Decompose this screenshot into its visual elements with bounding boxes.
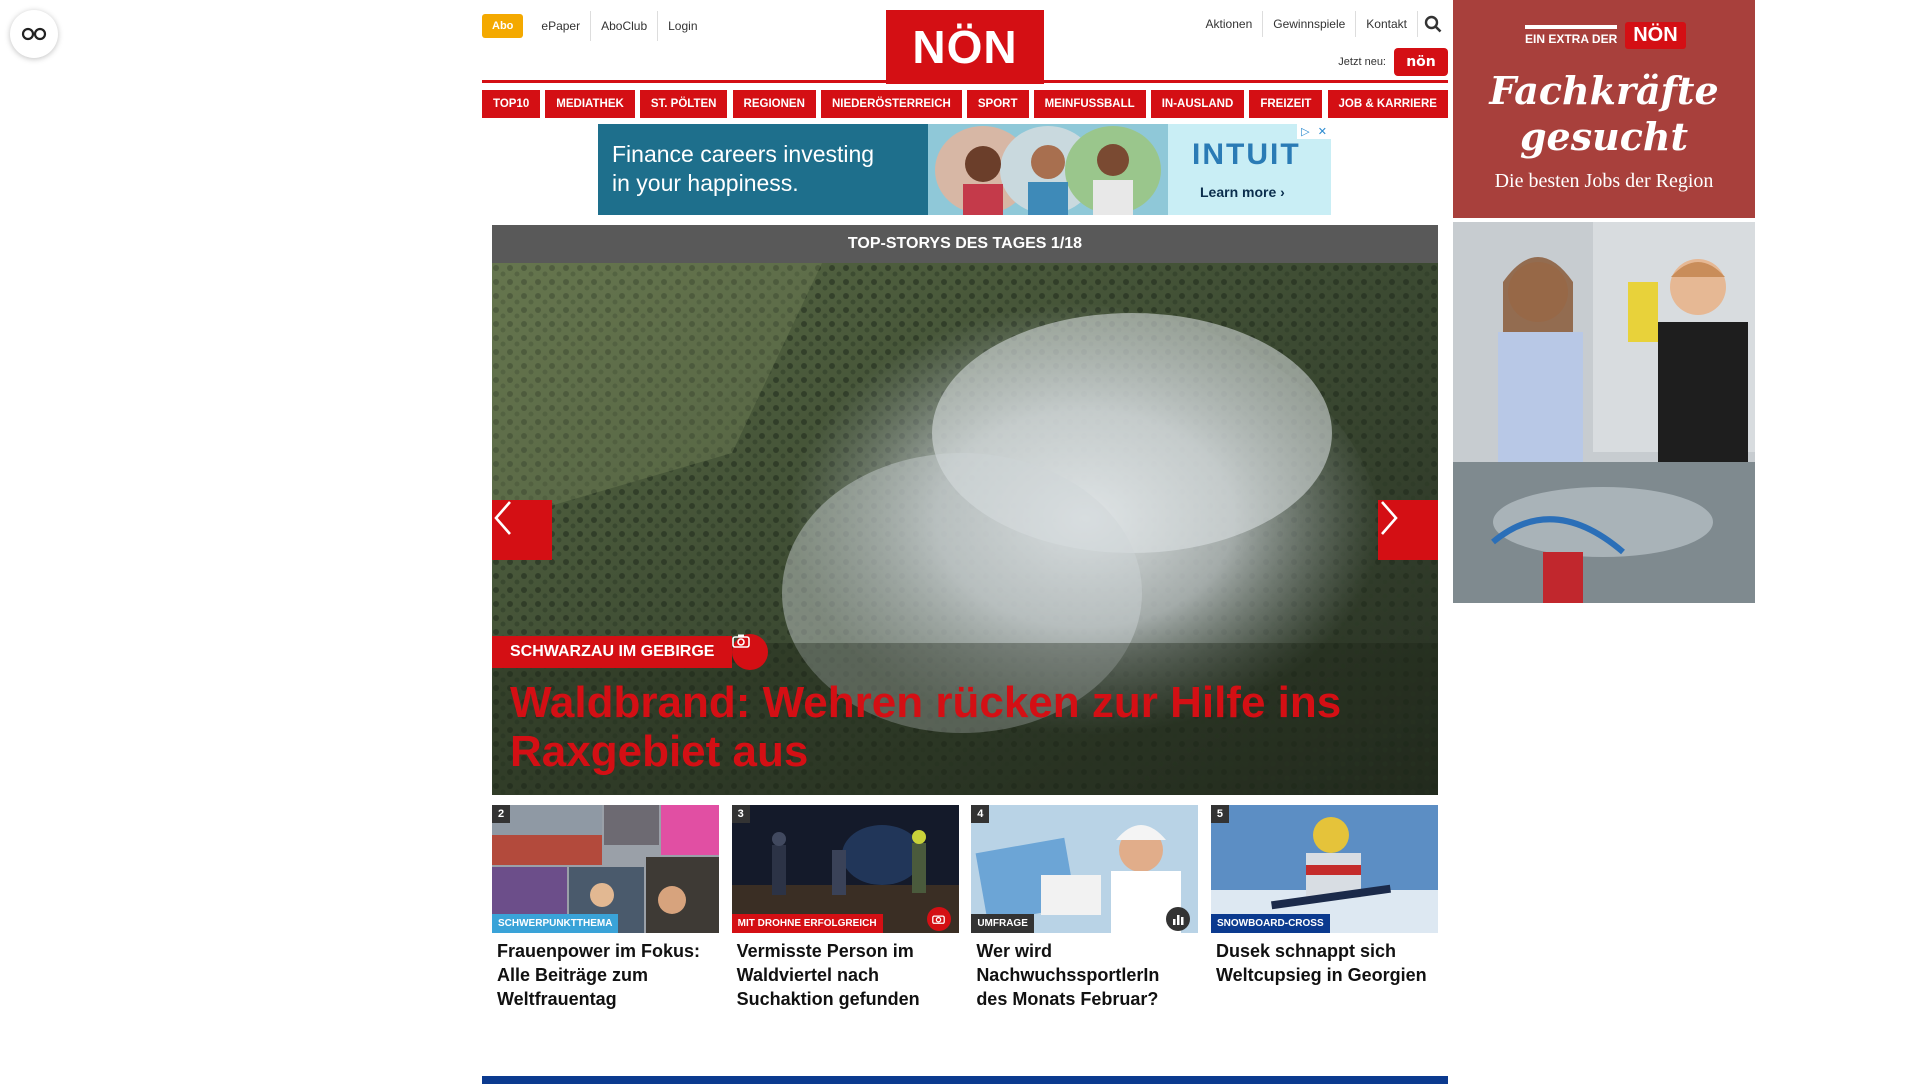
sidebar-ad-header: EIN EXTRA DER NÖN Fachkräfte gesucht Die… bbox=[1453, 0, 1755, 218]
nav-regionen[interactable]: REGIONEN bbox=[732, 90, 816, 118]
accessibility-glasses-button[interactable] bbox=[10, 10, 58, 58]
gewinnspiele-link[interactable]: Gewinnspiele bbox=[1262, 11, 1355, 37]
adchoices-icon[interactable]: ▷ bbox=[1301, 125, 1309, 138]
ad-banner-people-image bbox=[928, 124, 1168, 215]
nav-niederoesterreich[interactable]: NIEDERÖSTERREICH bbox=[820, 90, 962, 118]
teaser-number: 5 bbox=[1210, 805, 1229, 823]
ad-banner-line2: in your happiness. bbox=[612, 170, 799, 196]
nav-top10[interactable]: TOP10 bbox=[482, 90, 541, 118]
teaser-category[interactable]: SNOWBOARD-CROSS bbox=[1210, 914, 1330, 933]
teaser-category[interactable]: UMFRAGE bbox=[971, 914, 1034, 933]
teaser-title[interactable]: Wer wird NachwuchssportlerIn des Monats … bbox=[971, 933, 1198, 1011]
ad-banner-line1: Finance careers investing bbox=[612, 141, 875, 167]
nav-st-poelten[interactable]: ST. PÖLTEN bbox=[639, 90, 728, 118]
teaser-card-3[interactable]: 3 MIT DROHNE ERFOLGREICH Vermisste Perso… bbox=[731, 805, 959, 1011]
nav-mediathek[interactable]: MEDIATHEK bbox=[545, 90, 635, 118]
nav-meinfussball[interactable]: MEINFUSSBALL bbox=[1033, 90, 1146, 118]
nav-sport[interactable]: SPORT bbox=[966, 90, 1029, 118]
camera-icon bbox=[732, 634, 750, 648]
jetzt-neu-label: Jetzt neu: bbox=[1338, 56, 1386, 68]
chevron-right-icon bbox=[1381, 501, 1398, 535]
ad-brand-intuit: INTUIT bbox=[1192, 138, 1301, 171]
ad-learn-more-link[interactable]: Learn more › bbox=[1200, 184, 1285, 200]
teaser-title[interactable]: Vermisste Person im Waldviertel nach Suc… bbox=[732, 933, 959, 1011]
top-stories-heading: TOP-STORYS DES TAGES 1/18 bbox=[492, 225, 1438, 263]
teaser-title[interactable]: Dusek schnappt sich Weltcupsieg in Georg… bbox=[1211, 933, 1438, 987]
sidebar-ad-logo: NÖN bbox=[1625, 22, 1686, 49]
utility-nav-left: Abo ePaper AboClub Login bbox=[482, 11, 708, 41]
ad-banner[interactable]: Finance careers investing in your happin… bbox=[598, 124, 1331, 215]
teaser-category[interactable]: MIT DROHNE ERFOLGREICH bbox=[731, 914, 883, 933]
poll-chart-icon bbox=[1173, 915, 1184, 925]
epaper-link[interactable]: ePaper bbox=[531, 11, 590, 41]
slider-next-button[interactable] bbox=[1378, 500, 1438, 560]
teaser-card-4[interactable]: 4 UMFRAGE Wer wird NachwuchssportlerIn d… bbox=[971, 805, 1199, 1011]
site-logo[interactable]: NÖN bbox=[886, 10, 1044, 84]
search-icon bbox=[1424, 15, 1442, 33]
teaser-category[interactable]: SCHWERPUNKTTHEMA bbox=[492, 914, 619, 933]
ad-banner-copy: Finance careers investing in your happin… bbox=[612, 140, 874, 198]
close-icon[interactable]: ✕ bbox=[1318, 125, 1327, 138]
sidebar-ad-brand-line: EIN EXTRA DER NÖN bbox=[1525, 22, 1686, 49]
hero-location-tag[interactable]: SCHWARZAU IM GEBIRGE bbox=[492, 636, 733, 668]
sidebar-jobs-ad[interactable]: EIN EXTRA DER NÖN Fachkräfte gesucht Die… bbox=[1453, 0, 1755, 603]
nav-job-karriere[interactable]: JOB & KARRIERE bbox=[1327, 90, 1448, 118]
search-button[interactable] bbox=[1417, 11, 1448, 37]
hero-headline[interactable]: Waldbrand: Wehren rücken zur Hilfe ins R… bbox=[510, 678, 1410, 776]
main-navigation: TOP10 MEDIATHEK ST. PÖLTEN REGIONEN NIED… bbox=[482, 80, 1448, 118]
teaser-number: 2 bbox=[492, 805, 510, 823]
chevron-left-icon bbox=[494, 501, 511, 535]
teaser-card-2[interactable]: 2 SCHWERPUNKTTHEMA Frauenpower im Fokus:… bbox=[492, 805, 719, 1011]
teaser-card-5[interactable]: 5 SNOWBOARD-CROSS Dusek schnappt sich We… bbox=[1210, 805, 1438, 1011]
aboclub-link[interactable]: AboClub bbox=[590, 11, 657, 41]
sidebar-ad-headline: Fachkräfte gesucht bbox=[1453, 68, 1755, 160]
teaser-title[interactable]: Frauenpower im Fokus: Alle Beiträge zum … bbox=[492, 933, 719, 1011]
nav-freizeit[interactable]: FREIZEIT bbox=[1249, 90, 1323, 118]
noen-kids-logo: nön bbox=[1394, 48, 1448, 76]
ad-banner-text-panel: Finance careers investing in your happin… bbox=[598, 124, 978, 215]
camera-icon bbox=[932, 915, 946, 924]
kontakt-link[interactable]: Kontakt bbox=[1355, 11, 1417, 37]
glasses-icon bbox=[21, 27, 47, 41]
utility-nav-right: Aktionen Gewinnspiele Kontakt bbox=[1188, 11, 1448, 37]
sidebar-ad-extra-label: EIN EXTRA DER bbox=[1525, 25, 1618, 46]
ad-choices-controls[interactable]: ▷ ✕ bbox=[1297, 124, 1331, 139]
abo-button[interactable]: Abo bbox=[482, 14, 524, 38]
slider-prev-button[interactable] bbox=[492, 500, 552, 560]
jetzt-neu-promo[interactable]: Jetzt neu: nön bbox=[1338, 48, 1448, 76]
teaser-number: 4 bbox=[971, 805, 990, 823]
sidebar-ad-headline-line1: Fachkräfte bbox=[1489, 68, 1719, 113]
sidebar-ad-headline-line2: gesucht bbox=[1519, 114, 1689, 159]
hero-gallery-badge bbox=[732, 634, 768, 670]
teaser-cards: 2 SCHWERPUNKTTHEMA Frauenpower im Fokus:… bbox=[492, 805, 1438, 1011]
sidebar-ad-subline: Die besten Jobs der Region bbox=[1494, 170, 1714, 192]
nav-in-ausland[interactable]: IN-AUSLAND bbox=[1150, 90, 1245, 118]
sidebar-ad-photo bbox=[1453, 222, 1755, 603]
sidebar-ad-workers-image bbox=[1453, 222, 1755, 603]
teaser-number: 3 bbox=[731, 805, 750, 823]
login-link[interactable]: Login bbox=[657, 11, 707, 41]
section-divider-bar bbox=[482, 1076, 1448, 1084]
gallery-badge bbox=[926, 907, 951, 931]
aktionen-link[interactable]: Aktionen bbox=[1196, 11, 1263, 37]
top-story-slider[interactable]: SCHWARZAU IM GEBIRGE Waldbrand: Wehren r… bbox=[492, 263, 1438, 795]
